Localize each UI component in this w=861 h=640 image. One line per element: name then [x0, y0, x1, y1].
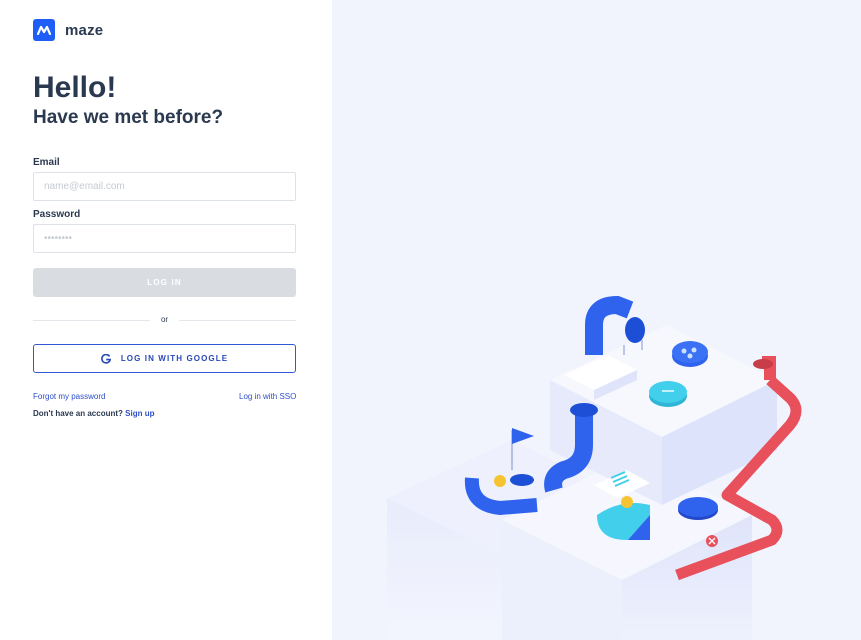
login-button[interactable]: LOG IN [33, 268, 296, 297]
google-icon [100, 353, 111, 364]
password-field[interactable] [33, 224, 296, 253]
password-label: Password [33, 209, 81, 220]
isometric-maze-illustration [387, 295, 802, 640]
signup-prompt: Don't have an account? Sign up [33, 409, 154, 418]
google-login-label: LOG IN WITH GOOGLE [120, 354, 229, 363]
brand-logo[interactable]: maze [33, 19, 103, 41]
page-subtitle: Have we met before? [33, 107, 224, 128]
forgot-password-link[interactable]: Forgot my password [33, 392, 105, 401]
email-label: Email [33, 157, 60, 168]
page-title: Hello! [33, 71, 117, 104]
sign-up-link[interactable]: Sign up [125, 409, 154, 418]
sso-login-link[interactable]: Log in with SSO [239, 392, 296, 401]
brand-name: maze [65, 21, 104, 39]
or-divider: or [33, 315, 296, 327]
login-panel: maze Hello! Have we met before? Email Pa… [0, 0, 332, 640]
divider-line-right [179, 320, 296, 321]
no-account-text: Don't have an account? [33, 409, 123, 418]
google-login-button[interactable]: LOG IN WITH GOOGLE [33, 344, 296, 373]
illustration-panel [332, 0, 861, 640]
maze-logo-icon [33, 19, 55, 41]
email-field[interactable] [33, 172, 296, 201]
